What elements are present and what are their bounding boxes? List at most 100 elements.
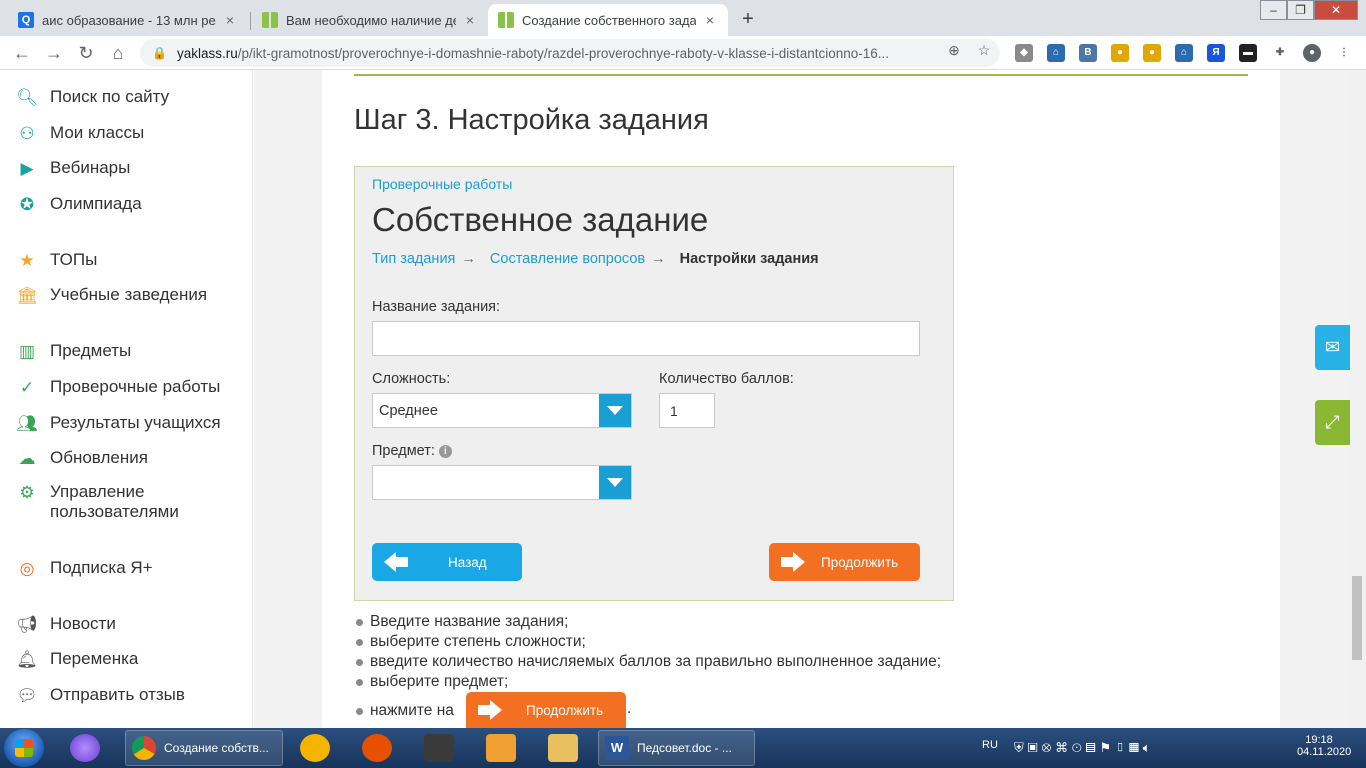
- subject-select[interactable]: [372, 465, 632, 500]
- movie-star-icon[interactable]: [424, 734, 454, 762]
- bookmark-star-icon[interactable]: ☆: [975, 41, 993, 59]
- sidebar-item-classes[interactable]: ⚇ Мои классы: [16, 123, 144, 145]
- extension-ya-icon[interactable]: Я: [1207, 44, 1225, 62]
- sidebar-item-olympiad[interactable]: ✪ Олимпиада: [16, 194, 142, 216]
- start-button[interactable]: [4, 729, 44, 767]
- user-gear-icon: ⚙: [19, 483, 35, 502]
- task-name-label: Название задания:: [372, 299, 501, 315]
- back-arrow-icon[interactable]: ←: [10, 41, 34, 65]
- taskbar: Создание собств... W Педсовет.doc - ... …: [0, 728, 1366, 768]
- sidebar-item-label: Олимпиада: [50, 194, 142, 213]
- tab-separator: [250, 12, 251, 30]
- alice-icon[interactable]: [70, 734, 100, 762]
- sidebar-item-results[interactable]: 👥︎ Результаты учащихся: [16, 413, 220, 435]
- sidebar-item-tests[interactable]: ✓ Проверочные работы: [16, 377, 220, 399]
- chrome-icon: [132, 736, 156, 760]
- clock[interactable]: 19:18 04.11.2020: [1297, 734, 1351, 758]
- profile-avatar-icon[interactable]: ●: [1303, 44, 1321, 62]
- reload-icon[interactable]: ↻: [74, 41, 98, 65]
- sidebar-item-news[interactable]: 📢︎ Новости: [16, 614, 116, 636]
- scrollbar-thumb[interactable]: [1352, 576, 1362, 660]
- sidebar-item-label: Отправить отзыв: [50, 685, 185, 704]
- tab-access-required[interactable]: Вам необходимо наличие дейст ×: [252, 4, 488, 36]
- users-icon: 👥︎: [16, 414, 38, 433]
- new-tab-button[interactable]: +: [734, 6, 762, 34]
- home-icon[interactable]: ⌂: [106, 41, 130, 65]
- sidebar-item-updates[interactable]: ☁ Обновления: [16, 448, 148, 470]
- difficulty-select[interactable]: Среднее: [372, 393, 632, 428]
- task-settings-panel: Проверочные работы Собственное задание Т…: [354, 166, 954, 601]
- taskbar-word-label: Педсовет.doc - ...: [637, 741, 732, 755]
- close-window-button[interactable]: ✕: [1314, 0, 1358, 20]
- tab-search-results[interactable]: Q аис образование - 13 млн резу ×: [8, 4, 248, 36]
- video-icon: ▶: [20, 159, 34, 178]
- list-item: введите количество начисляемых баллов за…: [354, 652, 941, 672]
- file-explorer-icon[interactable]: [548, 734, 578, 762]
- sidebar-item-webinars[interactable]: ▶ Вебинары: [16, 158, 130, 180]
- info-icon[interactable]: i: [438, 444, 452, 458]
- instruction-prefix: нажмите на: [370, 702, 454, 719]
- star-icon: ★: [19, 251, 35, 270]
- crumb-compose-questions[interactable]: Составление вопросов: [490, 251, 645, 267]
- list-item: нажмите на: [354, 701, 941, 721]
- sidebar-item-label: Управление пользователями: [50, 482, 179, 521]
- scrollbar[interactable]: [1350, 70, 1366, 728]
- extension-circle-icon[interactable]: ●: [1111, 44, 1129, 62]
- language-indicator[interactable]: RU: [982, 739, 998, 751]
- menu-dots-icon[interactable]: ⋮: [1335, 44, 1353, 62]
- crumb-arrow: →: [651, 251, 666, 267]
- sidebar-item-user-management[interactable]: ⚙ Управление пользователями: [16, 482, 236, 522]
- video-editor-icon[interactable]: [486, 734, 516, 762]
- extension-vk-icon[interactable]: В: [1079, 44, 1097, 62]
- breadcrumb-link-tests[interactable]: Проверочные работы: [372, 176, 512, 192]
- chevron-down-icon[interactable]: [599, 394, 631, 427]
- sidebar-item-break[interactable]: 🔔︎ Переменка: [16, 649, 138, 671]
- difficulty-value: Среднее: [379, 402, 438, 419]
- extension-shield-icon[interactable]: ◆: [1015, 44, 1033, 62]
- taskbar-chrome-window[interactable]: Создание собств...: [125, 730, 283, 766]
- close-icon[interactable]: ×: [462, 12, 478, 28]
- puzzle-icon[interactable]: ✚: [1271, 44, 1289, 62]
- extension-circle-icon[interactable]: ●: [1143, 44, 1161, 62]
- tab-create-task[interactable]: Создание собственного задани ×: [488, 4, 728, 36]
- close-icon[interactable]: ×: [702, 12, 718, 28]
- forward-arrow-icon[interactable]: →: [42, 41, 66, 65]
- tray-icons[interactable]: ⛨ ▣ ⊗ ⌘ ⊙ ▤ ⚑ ▯ ▦ 🔈︎: [1014, 740, 1151, 756]
- clock-time: 19:18: [1305, 734, 1333, 746]
- close-icon[interactable]: ×: [222, 12, 238, 28]
- sidebar-item-label: Поиск по сайту: [50, 87, 170, 106]
- extension-home-icon[interactable]: ⌂: [1047, 44, 1065, 62]
- media-player-icon[interactable]: [362, 734, 392, 762]
- sidebar-item-schools[interactable]: 🏛︎ Учебные заведения: [16, 285, 207, 307]
- mail-ru-icon[interactable]: [300, 734, 330, 762]
- word-icon: W: [605, 736, 629, 760]
- mail-icon[interactable]: ✉: [1315, 325, 1350, 370]
- browser-toolbar: ← → ↻ ⌂ 🔒 yaklass.ru /p/ikt-gramotnost/p…: [0, 36, 1366, 70]
- points-input[interactable]: 1: [659, 393, 715, 428]
- maximize-button[interactable]: ❐: [1287, 0, 1314, 20]
- browser-tab-strip: Q аис образование - 13 млн резу × Вам не…: [0, 0, 1366, 36]
- task-name-input[interactable]: [372, 321, 920, 356]
- taskbar-word-window[interactable]: W Педсовет.doc - ...: [598, 730, 755, 766]
- cloud-update-icon: ☁: [18, 449, 36, 468]
- sidebar-item-subscription[interactable]: ◎ Подписка Я+: [16, 558, 153, 580]
- extension-mask-icon[interactable]: ▬: [1239, 44, 1257, 62]
- sidebar-item-search[interactable]: 🔍︎ Поиск по сайту: [16, 87, 169, 109]
- sidebar-item-label: Новости: [50, 614, 116, 633]
- page-title: Шаг 3. Настройка задания: [354, 104, 709, 136]
- back-button[interactable]: Назад: [372, 543, 522, 581]
- list-item: выберите предмет;: [354, 672, 941, 692]
- arrow-right-icon: [478, 700, 506, 720]
- add-icon[interactable]: ⊕: [945, 41, 963, 59]
- extension-home-icon[interactable]: ⌂: [1175, 44, 1193, 62]
- fullscreen-icon[interactable]: ⤢: [1315, 400, 1350, 445]
- sidebar-item-feedback[interactable]: 💬︎ Отправить отзыв: [16, 685, 185, 707]
- breadcrumb: Тип задания → Составление вопросов → Нас…: [372, 251, 819, 267]
- crumb-task-type[interactable]: Тип задания: [372, 251, 455, 267]
- sidebar-item-tops[interactable]: ★ ТОПы: [16, 250, 97, 272]
- sidebar-item-subjects[interactable]: ▥ Предметы: [16, 341, 131, 363]
- chevron-down-icon[interactable]: [599, 466, 631, 499]
- minimize-button[interactable]: –: [1260, 0, 1287, 20]
- address-bar[interactable]: 🔒 yaklass.ru /p/ikt-gramotnost/proveroch…: [140, 39, 1000, 67]
- continue-button[interactable]: Продолжить: [769, 543, 920, 581]
